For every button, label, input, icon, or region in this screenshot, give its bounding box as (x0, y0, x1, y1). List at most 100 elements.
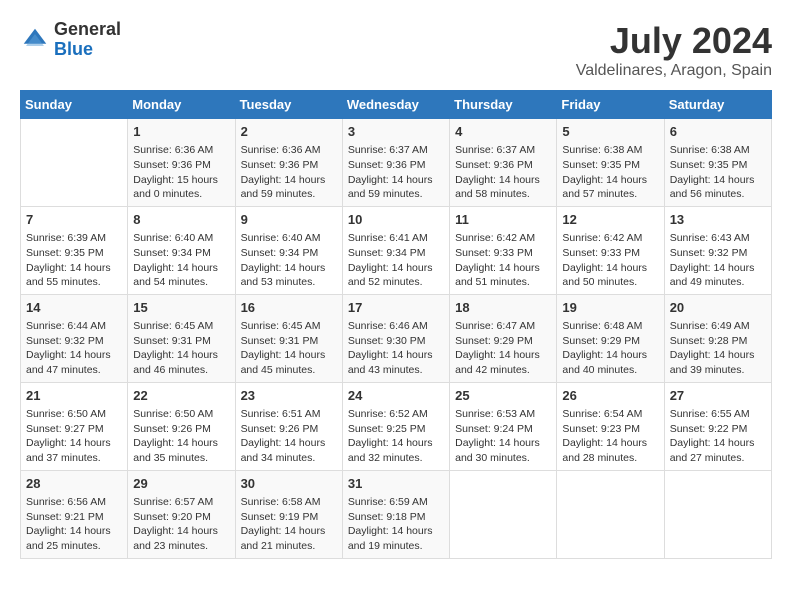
day-number: 19 (562, 299, 658, 317)
day-info: Sunrise: 6:46 AM Sunset: 9:30 PM Dayligh… (348, 319, 444, 378)
day-number: 5 (562, 123, 658, 141)
day-info: Sunrise: 6:44 AM Sunset: 9:32 PM Dayligh… (26, 319, 122, 378)
location-subtitle: Valdelinares, Aragon, Spain (576, 62, 772, 80)
day-info: Sunrise: 6:40 AM Sunset: 9:34 PM Dayligh… (133, 231, 229, 290)
day-info: Sunrise: 6:42 AM Sunset: 9:33 PM Dayligh… (455, 231, 551, 290)
day-info: Sunrise: 6:39 AM Sunset: 9:35 PM Dayligh… (26, 231, 122, 290)
calendar-day-cell: 3 Sunrise: 6:37 AM Sunset: 9:36 PM Daylig… (342, 119, 449, 207)
day-number: 23 (241, 387, 337, 405)
day-number: 16 (241, 299, 337, 317)
day-number: 12 (562, 211, 658, 229)
day-info: Sunrise: 6:42 AM Sunset: 9:33 PM Dayligh… (562, 231, 658, 290)
day-number: 14 (26, 299, 122, 317)
day-of-week-header: Saturday (664, 91, 771, 119)
day-info: Sunrise: 6:37 AM Sunset: 9:36 PM Dayligh… (348, 143, 444, 202)
calendar-day-cell: 5 Sunrise: 6:38 AM Sunset: 9:35 PM Daylig… (557, 119, 664, 207)
calendar-week-row: 7 Sunrise: 6:39 AM Sunset: 9:35 PM Daylig… (21, 206, 772, 294)
day-info: Sunrise: 6:36 AM Sunset: 9:36 PM Dayligh… (133, 143, 229, 202)
day-number: 20 (670, 299, 766, 317)
calendar-day-cell: 20 Sunrise: 6:49 AM Sunset: 9:28 PM Dayli… (664, 294, 771, 382)
calendar-day-cell: 1Sunrise: 6:36 AM Sunset: 9:36 PM Daylig… (128, 119, 235, 207)
calendar-day-cell (21, 119, 128, 207)
day-number: 13 (670, 211, 766, 229)
calendar-day-cell: 19 Sunrise: 6:48 AM Sunset: 9:29 PM Dayli… (557, 294, 664, 382)
calendar-day-cell: 22Sunrise: 6:50 AM Sunset: 9:26 PM Dayli… (128, 382, 235, 470)
day-info: Sunrise: 6:56 AM Sunset: 9:21 PM Dayligh… (26, 495, 122, 554)
day-info: Sunrise: 6:38 AM Sunset: 9:35 PM Dayligh… (562, 143, 658, 202)
day-number: 31 (348, 475, 444, 493)
calendar-week-row: 1Sunrise: 6:36 AM Sunset: 9:36 PM Daylig… (21, 119, 772, 207)
calendar-day-cell: 18Sunrise: 6:47 AM Sunset: 9:29 PM Dayli… (450, 294, 557, 382)
day-info: Sunrise: 6:43 AM Sunset: 9:32 PM Dayligh… (670, 231, 766, 290)
calendar-day-cell: 26 Sunrise: 6:54 AM Sunset: 9:23 PM Dayli… (557, 382, 664, 470)
calendar-day-cell: 17 Sunrise: 6:46 AM Sunset: 9:30 PM Dayli… (342, 294, 449, 382)
day-info: Sunrise: 6:57 AM Sunset: 9:20 PM Dayligh… (133, 495, 229, 554)
calendar-day-cell: 28Sunrise: 6:56 AM Sunset: 9:21 PM Dayli… (21, 470, 128, 558)
calendar-table: SundayMondayTuesdayWednesdayThursdayFrid… (20, 90, 772, 559)
day-info: Sunrise: 6:52 AM Sunset: 9:25 PM Dayligh… (348, 407, 444, 466)
calendar-day-cell: 23 Sunrise: 6:51 AM Sunset: 9:26 PM Dayli… (235, 382, 342, 470)
calendar-day-cell: 25 Sunrise: 6:53 AM Sunset: 9:24 PM Dayli… (450, 382, 557, 470)
day-info: Sunrise: 6:38 AM Sunset: 9:35 PM Dayligh… (670, 143, 766, 202)
logo: General Blue (20, 20, 121, 60)
calendar-day-cell (557, 470, 664, 558)
calendar-day-cell: 8 Sunrise: 6:40 AM Sunset: 9:34 PM Daylig… (128, 206, 235, 294)
calendar-day-cell: 6 Sunrise: 6:38 AM Sunset: 9:35 PM Daylig… (664, 119, 771, 207)
day-number: 21 (26, 387, 122, 405)
calendar-header-row: SundayMondayTuesdayWednesdayThursdayFrid… (21, 91, 772, 119)
title-block: July 2024 Valdelinares, Aragon, Spain (576, 20, 772, 80)
day-number: 6 (670, 123, 766, 141)
calendar-day-cell: 14 Sunrise: 6:44 AM Sunset: 9:32 PM Dayli… (21, 294, 128, 382)
calendar-week-row: 14 Sunrise: 6:44 AM Sunset: 9:32 PM Dayli… (21, 294, 772, 382)
calendar-day-cell: 4Sunrise: 6:37 AM Sunset: 9:36 PM Daylig… (450, 119, 557, 207)
logo-icon (20, 25, 50, 55)
calendar-day-cell: 31 Sunrise: 6:59 AM Sunset: 9:18 PM Dayli… (342, 470, 449, 558)
calendar-day-cell: 10Sunrise: 6:41 AM Sunset: 9:34 PM Dayli… (342, 206, 449, 294)
day-info: Sunrise: 6:50 AM Sunset: 9:27 PM Dayligh… (26, 407, 122, 466)
day-info: Sunrise: 6:58 AM Sunset: 9:19 PM Dayligh… (241, 495, 337, 554)
day-number: 8 (133, 211, 229, 229)
day-of-week-header: Sunday (21, 91, 128, 119)
calendar-day-cell: 9Sunrise: 6:40 AM Sunset: 9:34 PM Daylig… (235, 206, 342, 294)
month-title: July 2024 (576, 20, 772, 62)
calendar-day-cell: 30 Sunrise: 6:58 AM Sunset: 9:19 PM Dayli… (235, 470, 342, 558)
day-info: Sunrise: 6:48 AM Sunset: 9:29 PM Dayligh… (562, 319, 658, 378)
calendar-day-cell: 21 Sunrise: 6:50 AM Sunset: 9:27 PM Dayli… (21, 382, 128, 470)
day-number: 11 (455, 211, 551, 229)
calendar-day-cell: 29 Sunrise: 6:57 AM Sunset: 9:20 PM Dayli… (128, 470, 235, 558)
day-number: 3 (348, 123, 444, 141)
calendar-week-row: 21 Sunrise: 6:50 AM Sunset: 9:27 PM Dayli… (21, 382, 772, 470)
day-info: Sunrise: 6:54 AM Sunset: 9:23 PM Dayligh… (562, 407, 658, 466)
day-number: 17 (348, 299, 444, 317)
calendar-day-cell: 24 Sunrise: 6:52 AM Sunset: 9:25 PM Dayli… (342, 382, 449, 470)
day-info: Sunrise: 6:53 AM Sunset: 9:24 PM Dayligh… (455, 407, 551, 466)
day-of-week-header: Friday (557, 91, 664, 119)
day-number: 7 (26, 211, 122, 229)
calendar-day-cell (450, 470, 557, 558)
day-info: Sunrise: 6:45 AM Sunset: 9:31 PM Dayligh… (241, 319, 337, 378)
logo-blue-text: Blue (54, 39, 93, 59)
day-number: 25 (455, 387, 551, 405)
day-info: Sunrise: 6:59 AM Sunset: 9:18 PM Dayligh… (348, 495, 444, 554)
day-number: 22 (133, 387, 229, 405)
day-number: 29 (133, 475, 229, 493)
calendar-week-row: 28Sunrise: 6:56 AM Sunset: 9:21 PM Dayli… (21, 470, 772, 558)
day-number: 30 (241, 475, 337, 493)
calendar-day-cell: 27Sunrise: 6:55 AM Sunset: 9:22 PM Dayli… (664, 382, 771, 470)
day-number: 24 (348, 387, 444, 405)
day-of-week-header: Tuesday (235, 91, 342, 119)
day-info: Sunrise: 6:49 AM Sunset: 9:28 PM Dayligh… (670, 319, 766, 378)
day-info: Sunrise: 6:51 AM Sunset: 9:26 PM Dayligh… (241, 407, 337, 466)
calendar-day-cell: 7 Sunrise: 6:39 AM Sunset: 9:35 PM Daylig… (21, 206, 128, 294)
day-info: Sunrise: 6:37 AM Sunset: 9:36 PM Dayligh… (455, 143, 551, 202)
day-of-week-header: Wednesday (342, 91, 449, 119)
day-info: Sunrise: 6:45 AM Sunset: 9:31 PM Dayligh… (133, 319, 229, 378)
page-header: General Blue July 2024 Valdelinares, Ara… (20, 20, 772, 80)
calendar-day-cell: 13 Sunrise: 6:43 AM Sunset: 9:32 PM Dayli… (664, 206, 771, 294)
calendar-day-cell: 16 Sunrise: 6:45 AM Sunset: 9:31 PM Dayli… (235, 294, 342, 382)
calendar-day-cell: 15Sunrise: 6:45 AM Sunset: 9:31 PM Dayli… (128, 294, 235, 382)
day-info: Sunrise: 6:41 AM Sunset: 9:34 PM Dayligh… (348, 231, 444, 290)
calendar-day-cell (664, 470, 771, 558)
day-info: Sunrise: 6:36 AM Sunset: 9:36 PM Dayligh… (241, 143, 337, 202)
day-number: 26 (562, 387, 658, 405)
